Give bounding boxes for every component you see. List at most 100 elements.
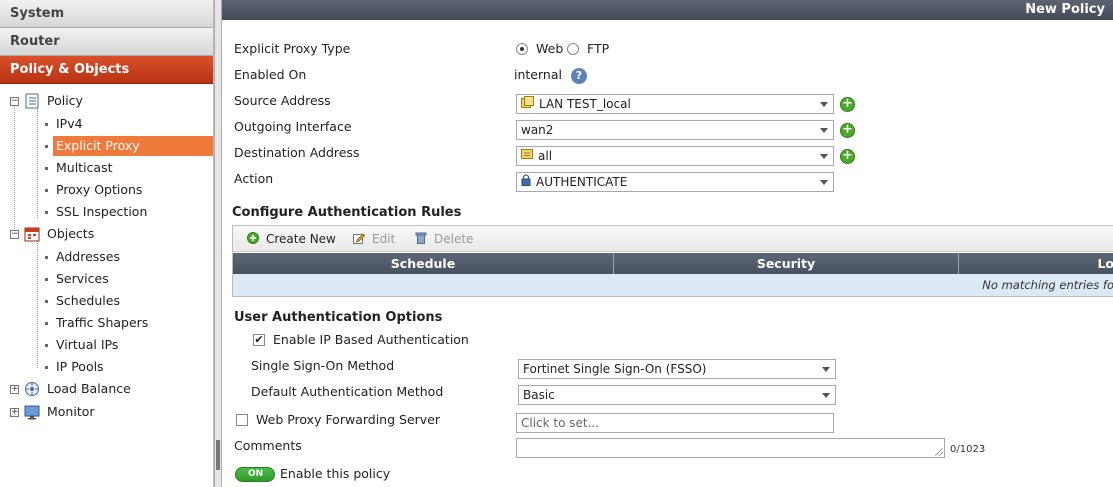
bullet-icon (45, 300, 48, 303)
tree-label: Services (56, 271, 109, 286)
chevron-down-icon (820, 180, 828, 185)
tree-label: Policy (47, 93, 83, 108)
bullet-icon (45, 322, 48, 325)
edit-pencil-icon (353, 232, 366, 244)
chevron-down-icon (822, 367, 830, 372)
source-address-select[interactable]: LAN TEST_local (516, 94, 834, 114)
enabled-on-value: internal (514, 67, 562, 82)
lock-icon (521, 173, 531, 191)
auth-rules-empty-row: No matching entries fo (233, 274, 1113, 296)
destination-address-value: all (538, 149, 553, 163)
source-address-label: Source Address (234, 93, 331, 108)
outgoing-interface-value: wan2 (521, 123, 554, 137)
chevron-down-icon (820, 102, 828, 107)
column-log[interactable]: Lo (959, 253, 1113, 274)
chevron-down-icon (820, 128, 828, 133)
auth-rules-table: Create New Edit Delete Schedule Security… (232, 225, 1113, 297)
tree-label: Proxy Options (56, 182, 143, 197)
user-auth-title: User Authentication Options (234, 310, 443, 325)
outgoing-interface-label: Outgoing Interface (234, 119, 352, 134)
sidebar-splitter[interactable] (214, 0, 222, 487)
objects-calendar-icon (24, 226, 40, 242)
policy-list-icon (24, 93, 40, 109)
outgoing-interface-select[interactable]: wan2 (516, 120, 834, 140)
ip-based-auth-checkbox[interactable]: ✔ (253, 334, 265, 346)
auth-rules-title: Configure Authentication Rules (232, 205, 462, 220)
chevron-down-icon (822, 393, 830, 398)
tree-label: IPv4 (56, 116, 83, 131)
tree-label: Multicast (56, 160, 113, 175)
proxy-type-ftp-label[interactable]: FTP (587, 41, 609, 56)
forwarding-server-label[interactable]: Web Proxy Forwarding Server (256, 412, 440, 427)
proxy-type-web-label[interactable]: Web (536, 41, 563, 56)
source-address-value: LAN TEST_local (539, 97, 631, 111)
splitter-grip[interactable] (216, 440, 220, 470)
tree-label: Addresses (56, 249, 120, 264)
bullet-icon (45, 344, 48, 347)
nav-system[interactable]: System (0, 0, 213, 28)
comments-counter: 0/1023 (950, 444, 986, 455)
bullet-icon (45, 167, 48, 170)
comments-textarea[interactable] (516, 438, 945, 458)
nav-router[interactable]: Router (0, 28, 213, 56)
destination-address-label: Destination Address (234, 145, 360, 160)
delete-label: Delete (434, 232, 474, 246)
expand-icon[interactable]: + (10, 408, 19, 417)
tree-line (14, 100, 15, 233)
bullet-icon (45, 256, 48, 259)
action-label: Action (234, 171, 274, 186)
add-interface-button[interactable]: + (840, 123, 855, 138)
resize-handle-icon[interactable] (935, 448, 943, 456)
expand-icon[interactable]: + (10, 385, 19, 394)
destination-address-select[interactable]: all (516, 146, 834, 166)
address-icon (521, 147, 533, 165)
tree-label: Virtual IPs (56, 337, 119, 352)
add-destination-button[interactable]: + (840, 149, 855, 164)
tree-label: IP Pools (56, 359, 104, 374)
enable-policy-label: Enable this policy (280, 466, 391, 481)
create-new-label: Create New (266, 232, 336, 246)
forwarding-server-checkbox[interactable] (236, 414, 248, 426)
default-auth-method-select[interactable]: Basic (518, 385, 836, 405)
empty-message: No matching entries fo (982, 278, 1113, 292)
plus-circle-icon (247, 232, 259, 244)
bullet-icon (45, 189, 48, 192)
tree-line (37, 238, 38, 368)
auth-rules-header: Schedule Security Lo (233, 253, 1113, 274)
action-value: AUTHENTICATE (536, 175, 628, 189)
chevron-down-icon (820, 154, 828, 159)
main-panel: New Policy Explicit Proxy Type Web FTP E… (222, 0, 1113, 487)
collapse-icon[interactable]: − (10, 230, 19, 239)
nav-policy-objects[interactable]: Policy & Objects (0, 56, 213, 84)
ip-based-auth-label[interactable]: Enable IP Based Authentication (273, 332, 469, 347)
bullet-icon (45, 145, 48, 148)
bullet-icon (45, 123, 48, 126)
collapse-icon[interactable]: − (10, 97, 19, 106)
monitor-icon (24, 404, 40, 420)
sidebar: System Router Policy & Objects − Policy … (0, 0, 214, 487)
comments-label: Comments (234, 438, 302, 453)
forwarding-server-input[interactable]: Click to set... (516, 413, 834, 433)
default-auth-method-label: Default Authentication Method (251, 384, 444, 399)
load-balance-icon (24, 381, 40, 397)
tree-label: Explicit Proxy (53, 136, 213, 156)
add-source-button[interactable]: + (840, 97, 855, 112)
bullet-icon (45, 211, 48, 214)
proxy-type-web-radio[interactable] (516, 43, 528, 55)
sso-method-select[interactable]: Fortinet Single Sign-On (FSSO) (518, 359, 836, 379)
enable-policy-toggle[interactable]: ON (235, 467, 275, 482)
tree-label: SSL Inspection (56, 204, 148, 219)
toggle-state-label: ON (248, 469, 264, 479)
address-group-icon (521, 95, 534, 113)
enabled-on-label: Enabled On (234, 67, 307, 82)
column-schedule[interactable]: Schedule (233, 253, 614, 274)
column-security[interactable]: Security (614, 253, 959, 274)
edit-label: Edit (372, 232, 396, 246)
action-select[interactable]: AUTHENTICATE (516, 172, 834, 192)
proxy-type-label: Explicit Proxy Type (234, 41, 351, 56)
auth-rules-toolbar: Create New Edit Delete (233, 226, 1113, 252)
proxy-type-ftp-radio[interactable] (567, 43, 579, 55)
help-icon[interactable]: ? (571, 68, 587, 84)
default-auth-method-value: Basic (523, 388, 555, 402)
sso-method-label: Single Sign-On Method (251, 358, 395, 373)
